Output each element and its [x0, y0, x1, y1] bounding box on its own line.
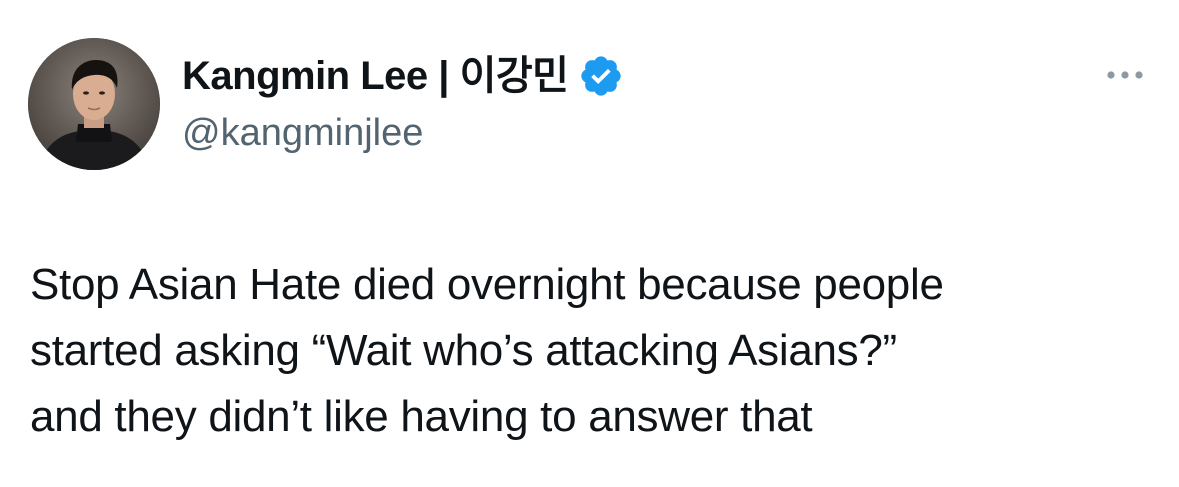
verified-badge-icon[interactable]: [578, 53, 624, 99]
author-display-name[interactable]: Kangmin Lee | 이강민: [182, 52, 569, 100]
tweet-text-line: Stop Asian Hate died overnight because p…: [30, 260, 944, 309]
more-options-button[interactable]: [1101, 60, 1149, 90]
tweet-text-line: started asking “Wait who’s attacking Asi…: [30, 326, 897, 375]
avatar-image: [28, 38, 160, 170]
tweet-text-line: and they didn’t like having to answer th…: [30, 392, 813, 441]
tweet-card: Kangmin Lee | 이강민 @kangminjlee Stop Asia…: [0, 0, 1179, 487]
author-name-row: Kangmin Lee | 이강민: [182, 52, 624, 100]
more-horizontal-icon: [1107, 71, 1143, 79]
author-avatar[interactable]: [28, 38, 160, 170]
tweet-body-text: Stop Asian Hate died overnight because p…: [30, 252, 1140, 450]
author-handle[interactable]: @kangminjlee: [182, 110, 423, 156]
